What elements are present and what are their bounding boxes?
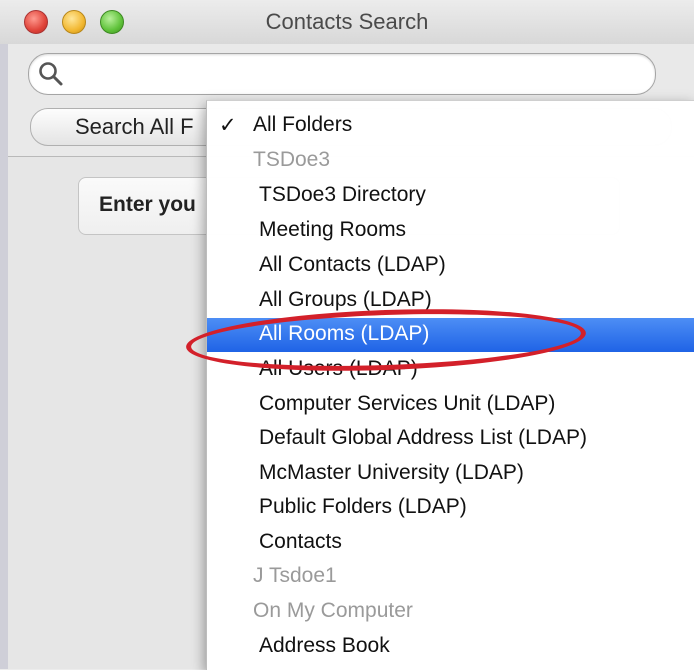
menu-item-computer-services-unit[interactable]: Computer Services Unit (LDAP) [207,388,694,422]
menu-item-label: Public Folders (LDAP) [259,495,467,518]
window-left-edge [0,0,8,669]
menu-header-label: On My Computer [253,599,413,622]
checkmark-icon: ✓ [219,114,237,137]
search-input[interactable] [28,53,656,95]
menu-item-label: Meeting Rooms [259,218,407,241]
menu-item-all-folders[interactable]: ✓ All Folders [207,109,694,143]
window-title: Contacts Search [265,9,429,34]
menu-header-label: TSDoe3 [253,148,331,171]
menu-header-j-tsdoe1: J Tsdoe1 [207,560,694,594]
menu-header-on-my-computer: On My Computer [207,595,694,629]
menu-item-mcmaster-university[interactable]: McMaster University (LDAP) [207,457,694,491]
menu-item-default-global-address-list[interactable]: Default Global Address List (LDAP) [207,422,694,456]
menu-item-label: All Contacts (LDAP) [259,253,446,276]
folder-dropdown-menu: ✓ All Folders TSDoe3 TSDoe3 Directory Me… [206,100,694,670]
menu-item-label: All Folders [253,113,353,136]
search-scope-label: Search All F [75,114,194,139]
menu-item-label: Contacts [259,530,342,553]
menu-item-label: TSDoe3 Directory [259,183,426,206]
menu-item-label: Computer Services Unit (LDAP) [259,392,556,415]
search-icon [39,62,63,86]
menu-header-tsdoe3: TSDoe3 [207,144,694,178]
menu-item-tsdoe3-directory[interactable]: TSDoe3 Directory [207,179,694,213]
menu-item-contacts[interactable]: Contacts [207,526,694,560]
search-prompt-text: Enter you [99,193,196,216]
menu-item-label: All Groups (LDAP) [259,288,432,311]
menu-item-label: McMaster University (LDAP) [259,461,524,484]
window-titlebar: Contacts Search [0,0,694,44]
menu-item-public-folders[interactable]: Public Folders (LDAP) [207,491,694,525]
menu-item-address-book[interactable]: Address Book [207,630,694,664]
menu-item-all-contacts[interactable]: All Contacts (LDAP) [207,249,694,283]
menu-item-label: Address Book [259,634,390,657]
menu-item-label: Default Global Address List (LDAP) [259,426,587,449]
menu-header-label: J Tsdoe1 [253,564,337,587]
menu-item-meeting-rooms[interactable]: Meeting Rooms [207,214,694,248]
